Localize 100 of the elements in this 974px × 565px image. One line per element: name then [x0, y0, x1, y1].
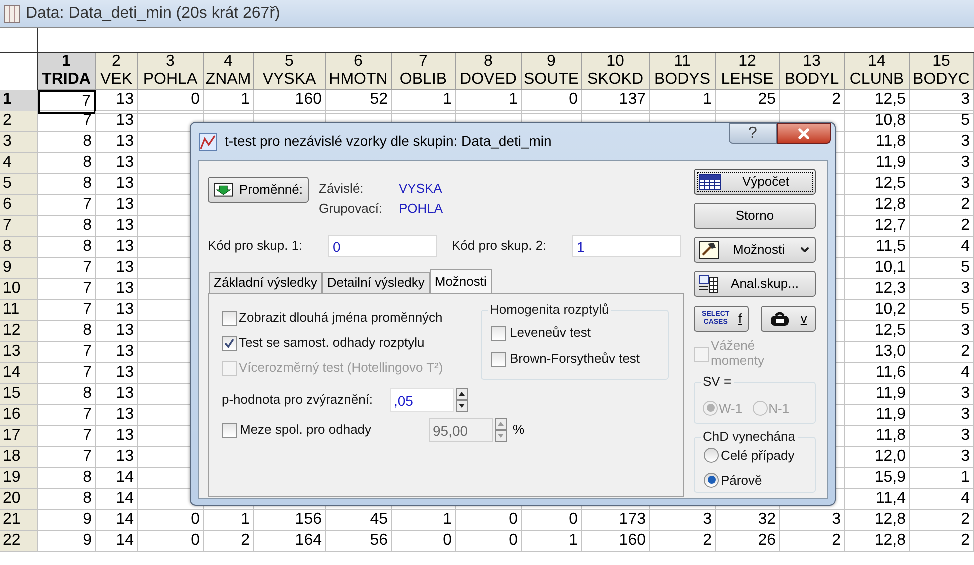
column-header[interactable]: 12 LEHSE: [716, 53, 780, 90]
table-cell: 2: [650, 531, 716, 552]
table-cell: 12,8: [845, 531, 910, 552]
column-header[interactable]: 1 TRIDA: [38, 53, 96, 90]
table-cell: 15,9: [845, 468, 910, 489]
table-cell: 13: [96, 90, 138, 114]
table-cell: 3: [910, 90, 974, 114]
table-cell: 12,8: [845, 195, 910, 216]
row-header[interactable]: 19: [0, 468, 38, 489]
table-cell: 7: [38, 111, 96, 132]
table-cell: 4: [910, 363, 974, 384]
table-cell: 2: [910, 531, 974, 552]
row-header[interactable]: 16: [0, 405, 38, 426]
table-cell: 173: [582, 510, 650, 531]
tab[interactable]: Detailní výsledky: [322, 272, 430, 293]
row-header[interactable]: 15: [0, 384, 38, 405]
number-field[interactable]: ,05: [390, 388, 454, 412]
radio-button[interactable]: [704, 472, 719, 488]
table-cell: 14: [96, 468, 138, 489]
tab[interactable]: Základní výsledky: [209, 272, 322, 293]
row-header[interactable]: 3: [0, 132, 38, 153]
column-header[interactable]: 13 BODYL: [780, 53, 845, 90]
column-header[interactable]: 15 BODYC: [910, 53, 974, 90]
column-header[interactable]: 4 ZNAM: [204, 53, 254, 90]
action-button[interactable]: Možnosti: [694, 237, 816, 263]
column-number: 4: [224, 53, 233, 71]
table-cell: 3: [910, 426, 974, 447]
checkbox[interactable]: [222, 310, 237, 326]
table-cell: 13: [96, 405, 138, 426]
table-cell: 3: [910, 447, 974, 468]
column-header[interactable]: 10 SKOKD: [582, 53, 650, 90]
variable-label: Grupovací:: [319, 200, 384, 217]
row-header[interactable]: 8: [0, 237, 38, 258]
table-cell: 3: [910, 405, 974, 426]
tab[interactable]: Možnosti: [430, 269, 492, 293]
table-cell: 1: [392, 510, 456, 531]
table-cell: 12,3: [845, 279, 910, 300]
column-number: 11: [674, 53, 691, 71]
option-label: Brown-Forsytheův test: [510, 350, 640, 368]
code-field[interactable]: 0: [328, 235, 437, 257]
action-button[interactable]: Výpočet: [694, 169, 816, 195]
table-cell: 8: [38, 321, 96, 342]
table-cell: 3: [910, 132, 974, 153]
column-header[interactable]: 9 SOUTE: [522, 53, 582, 90]
table-cell: 1: [392, 90, 456, 114]
row-header[interactable]: 14: [0, 363, 38, 384]
row-header[interactable]: 17: [0, 426, 38, 447]
radio-label: W-1: [719, 400, 743, 418]
checkbox[interactable]: [222, 336, 237, 350]
table-cell: 10,8: [845, 111, 910, 132]
help-button[interactable]: ?: [729, 123, 777, 144]
row-header[interactable]: 5: [0, 174, 38, 195]
table-cell: 5: [910, 258, 974, 279]
column-name: BODYC: [913, 71, 970, 89]
row-header[interactable]: 22: [0, 531, 38, 552]
column-header[interactable]: 8 DOVED: [456, 53, 522, 90]
column-header[interactable]: 3 POHLA: [138, 53, 204, 90]
row-header[interactable]: 21: [0, 510, 38, 531]
group-title: ChD vynechána: [701, 428, 798, 446]
spinner-icon[interactable]: [456, 388, 468, 412]
radio-button[interactable]: [704, 448, 719, 464]
column-name: OBLIB: [400, 71, 448, 89]
tool-button[interactable]: v: [761, 306, 816, 332]
row-header[interactable]: 12: [0, 321, 38, 342]
row-header[interactable]: 13: [0, 342, 38, 363]
checkbox[interactable]: [491, 352, 506, 366]
row-header[interactable]: 7: [0, 216, 38, 237]
table-cell: 0: [456, 531, 522, 552]
column-header[interactable]: 5 VYSKA: [254, 53, 326, 90]
number-field[interactable]: 95,00: [429, 418, 493, 442]
table-cell: 164: [254, 531, 326, 552]
table-cell: 0: [392, 531, 456, 552]
row-header[interactable]: 11: [0, 300, 38, 321]
code-field[interactable]: 1: [572, 235, 681, 257]
table-cell: 12,5: [845, 321, 910, 342]
column-number: 7: [419, 53, 428, 71]
row-header[interactable]: 10: [0, 279, 38, 300]
close-button[interactable]: [777, 123, 831, 144]
row-header[interactable]: 9: [0, 258, 38, 279]
row-header[interactable]: 18: [0, 447, 38, 468]
checkbox[interactable]: [222, 422, 237, 438]
table-cell: 0: [522, 90, 582, 114]
checkbox[interactable]: [491, 326, 506, 340]
column-header[interactable]: 2 VEK: [96, 53, 138, 90]
row-header[interactable]: 20: [0, 489, 38, 510]
row-header[interactable]: 6: [0, 195, 38, 216]
action-button[interactable]: Storno: [694, 203, 816, 229]
row-header[interactable]: 2: [0, 111, 38, 132]
column-number: 10: [606, 53, 624, 71]
column-header[interactable]: 11 BODYS: [650, 53, 716, 90]
action-button[interactable]: Anal.skup...: [694, 271, 816, 297]
table-cell: 8: [38, 132, 96, 153]
column-header[interactable]: 6 HMOTN: [326, 53, 392, 90]
column-header[interactable]: 14 CLUNB: [845, 53, 910, 90]
column-name: VEK: [100, 71, 132, 89]
column-number: 12: [738, 53, 756, 71]
column-header[interactable]: 7 OBLIB: [392, 53, 456, 90]
table-cell: 10,1: [845, 258, 910, 279]
row-header[interactable]: 4: [0, 153, 38, 174]
variables-button[interactable]: Proměnné:: [208, 177, 309, 203]
